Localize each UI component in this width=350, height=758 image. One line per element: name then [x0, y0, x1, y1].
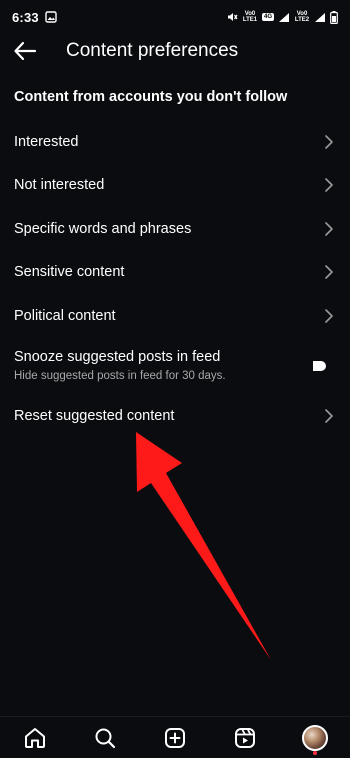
nav-profile-button[interactable]: [298, 721, 332, 755]
chevron-right-icon: [325, 409, 333, 423]
snooze-title: Snooze suggested posts in feed: [14, 349, 221, 365]
gallery-notification-icon: [45, 11, 57, 23]
snooze-subtitle: Hide suggested posts in feed for 30 days…: [14, 370, 226, 382]
menu-item-label: Reset suggested content: [14, 408, 175, 424]
menu-item-specific-words[interactable]: Specific words and phrases: [0, 210, 350, 248]
status-bar: 6:33 Vo0 LTE1 4G Vo0 LTE2: [0, 0, 350, 34]
search-icon: [95, 728, 116, 748]
section-heading: Content from accounts you don't follow: [14, 89, 288, 105]
menu-item-label: Specific words and phrases: [14, 221, 192, 237]
chevron-right-icon: [325, 265, 333, 279]
chevron-right-icon: [325, 135, 333, 149]
network-2-label: Vo0 LTE2: [294, 11, 310, 23]
menu-item-sensitive-content[interactable]: Sensitive content: [0, 253, 350, 291]
chevron-right-icon: [325, 222, 333, 236]
network-1-label: Vo0 LTE1: [242, 11, 258, 23]
mute-icon: [226, 11, 238, 23]
notification-dot: [313, 750, 317, 755]
screen: 6:33 Vo0 LTE1 4G Vo0 LTE2 Content prefer…: [0, 0, 350, 758]
bottom-nav: [0, 716, 350, 758]
snooze-suggested-posts-row[interactable]: Snooze suggested posts in feed Hide sugg…: [0, 344, 350, 390]
menu-item-political-content[interactable]: Political content: [0, 297, 350, 335]
status-left: 6:33: [12, 10, 57, 25]
menu-item-label: Interested: [14, 134, 79, 150]
signal-1-icon: [278, 12, 290, 23]
battery-icon: [330, 10, 338, 24]
menu-item-interested[interactable]: Interested: [0, 123, 350, 161]
create-icon: [165, 727, 185, 748]
home-icon: [25, 727, 45, 748]
menu-item-label: Not interested: [14, 177, 105, 193]
header: Content preferences: [0, 34, 350, 68]
profile-avatar: [302, 724, 328, 751]
back-button[interactable]: [12, 39, 38, 63]
chevron-right-icon: [325, 178, 333, 192]
arrow-shape: [136, 432, 271, 660]
signal-2-icon: [314, 12, 326, 23]
nav-search-button[interactable]: [88, 721, 122, 755]
nav-create-button[interactable]: [158, 721, 192, 755]
status-right: Vo0 LTE1 4G Vo0 LTE2: [226, 10, 338, 24]
page-title: Content preferences: [66, 40, 239, 61]
menu-item-not-interested[interactable]: Not interested: [0, 166, 350, 204]
nav-reels-button[interactable]: [228, 721, 262, 755]
chevron-right-icon: [325, 309, 333, 323]
reels-icon: [235, 727, 255, 748]
back-arrow-icon: [14, 41, 37, 61]
network-2-icon: Vo0 LTE2: [294, 11, 310, 23]
snooze-toggle[interactable]: [312, 360, 328, 372]
status-time: 6:33: [12, 9, 39, 25]
reset-suggested-content-button[interactable]: Reset suggested content: [0, 397, 350, 435]
network-1-icon: Vo0 LTE1: [242, 11, 258, 23]
nav-home-button[interactable]: [18, 721, 52, 755]
menu-item-label: Political content: [14, 308, 116, 324]
network-badge: 4G: [261, 13, 274, 21]
menu-item-label: Sensitive content: [14, 264, 125, 280]
